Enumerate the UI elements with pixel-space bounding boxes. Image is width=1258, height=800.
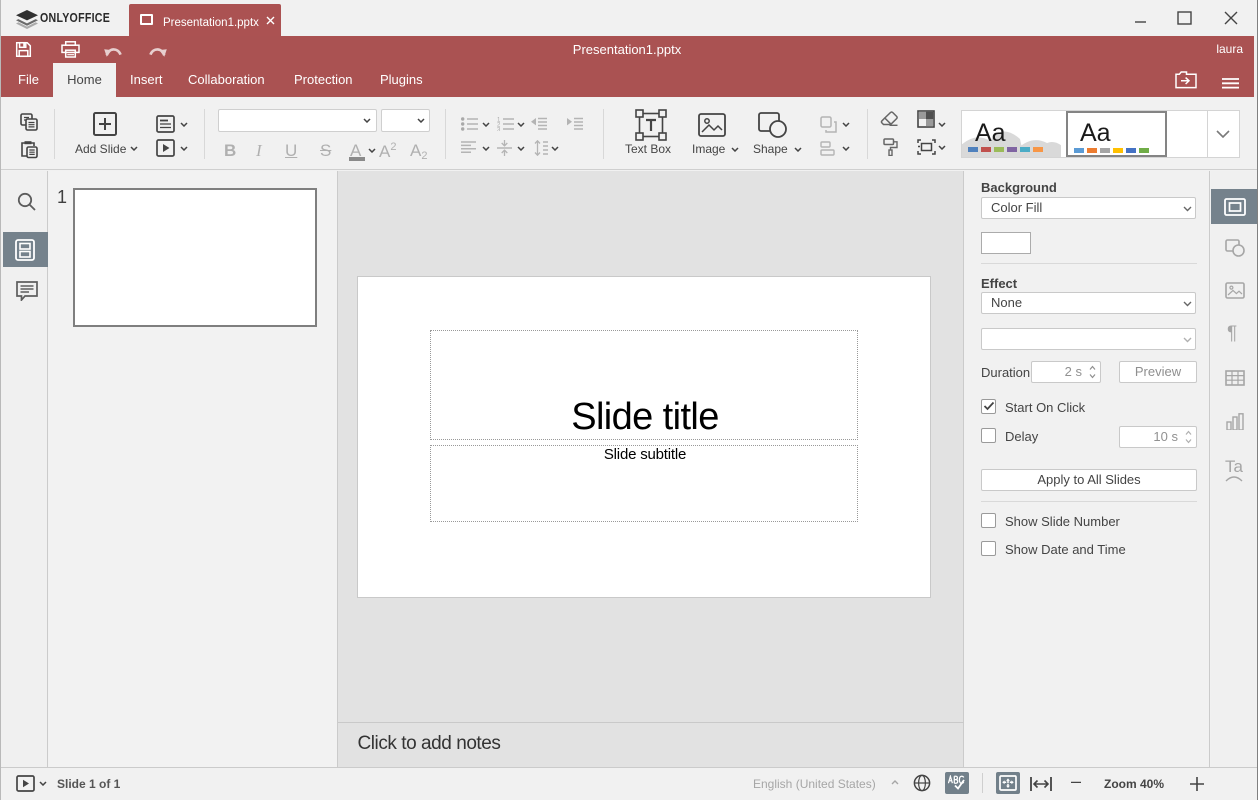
svg-text:3: 3	[497, 128, 501, 131]
